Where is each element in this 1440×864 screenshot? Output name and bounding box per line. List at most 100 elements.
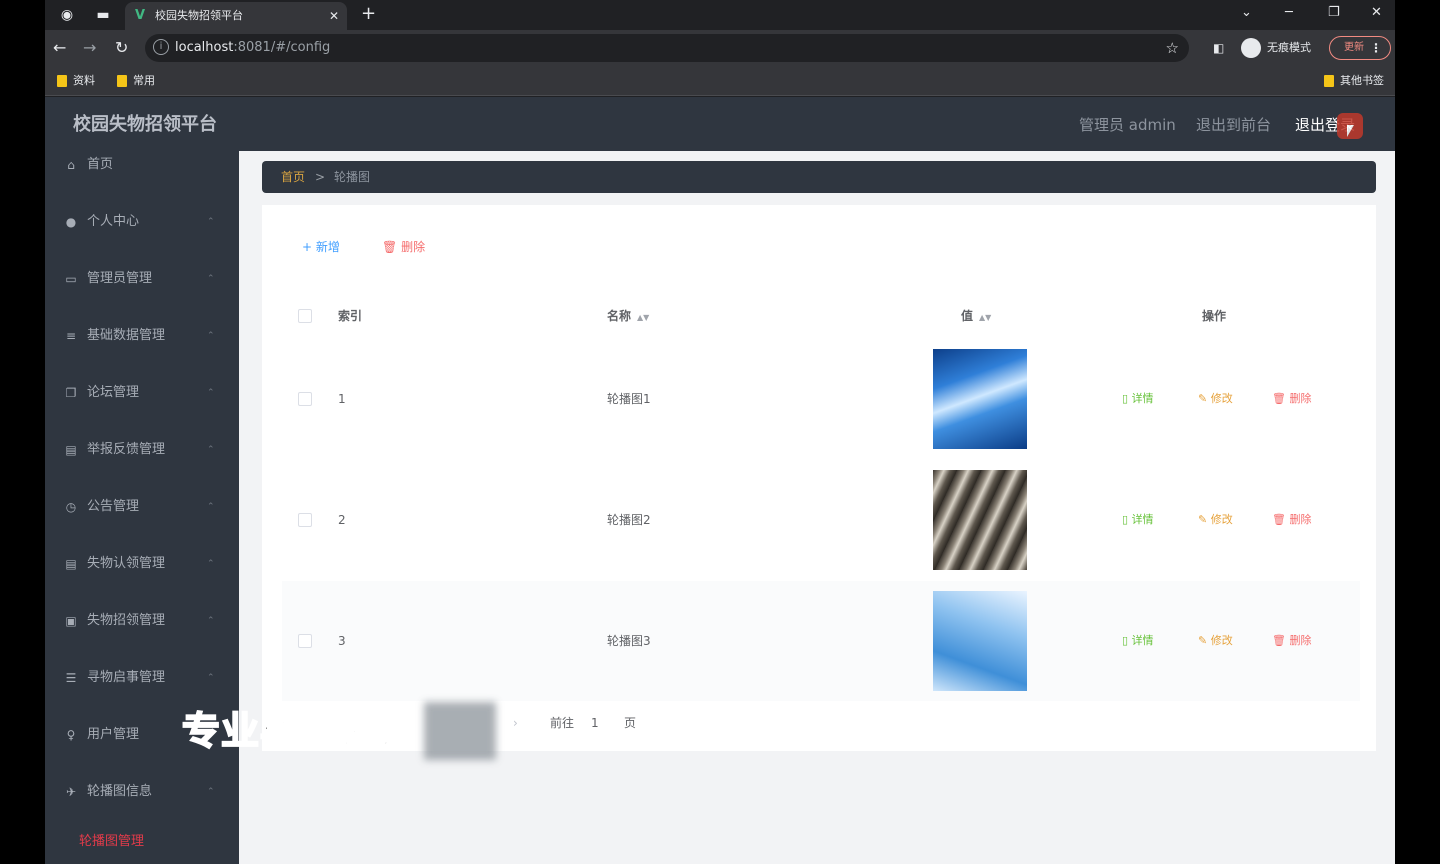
stack-icon: ≡: [65, 329, 77, 343]
select-all-checkbox[interactable]: [298, 309, 312, 323]
chevron-up-icon: ⌃: [207, 331, 215, 341]
sidebar-item-label: 个人中心: [87, 214, 140, 229]
reload-icon[interactable]: ↻: [115, 38, 128, 58]
add-button[interactable]: + 新增: [302, 239, 340, 255]
info-icon[interactable]: i: [153, 39, 169, 55]
send-icon: ✈: [65, 785, 77, 799]
forward-icon[interactable]: →: [83, 38, 96, 58]
window-icon[interactable]: ▬: [93, 5, 113, 25]
table-row: 2 轮播图2 ▯ 详情 ✎ 修改 🗑 删除: [282, 460, 1360, 580]
edit-label: 修改: [1210, 392, 1233, 405]
detail-button[interactable]: ▯ 详情: [1122, 512, 1154, 528]
row-name: 轮播图2: [607, 513, 651, 527]
bookmark-folder-1[interactable]: 常用: [117, 74, 155, 88]
close-icon[interactable]: ✕: [329, 7, 339, 25]
breadcrumb: 首页 > 轮播图: [262, 161, 1376, 193]
header-name[interactable]: 名称 ▲▼: [607, 308, 649, 326]
new-tab-icon[interactable]: +: [361, 3, 376, 25]
chevron-up-icon: ⌃: [207, 445, 215, 455]
sort-icon[interactable]: ▲▼: [979, 313, 991, 322]
remove-label: 删除: [1289, 634, 1312, 647]
detail-button[interactable]: ▯ 详情: [1122, 391, 1154, 407]
admin-label: 管理员 admin: [1079, 116, 1176, 134]
row-checkbox[interactable]: [298, 513, 312, 527]
detail-button[interactable]: ▯ 详情: [1122, 633, 1154, 649]
window-close-icon[interactable]: ✕: [1371, 3, 1382, 23]
minimize-icon[interactable]: ─: [1285, 3, 1293, 23]
back-icon[interactable]: ←: [53, 38, 66, 58]
row-name: 轮播图3: [607, 634, 651, 648]
sidebar-sub-item-active[interactable]: 轮播图管理: [79, 833, 144, 851]
breadcrumb-home[interactable]: 首页: [281, 169, 305, 185]
remove-label: 删除: [1289, 392, 1312, 405]
row-image: [933, 349, 1027, 449]
browser-tab[interactable]: V 校园失物招领平台 ✕: [125, 2, 347, 30]
update-button[interactable]: 更新 ⋮: [1329, 36, 1391, 60]
bookmark-star-icon[interactable]: ☆: [1166, 38, 1179, 58]
browser-toolbar: ← → ↻ i localhost:8081/#/config ☆ ◧ 无痕模式…: [45, 30, 1395, 66]
doc-icon: ▤: [65, 557, 77, 571]
table-panel: + 新增 🗑 删除 索引 名称 ▲▼ 值 ▲▼ 操作 1 轮播图1 ▯ 详情 ✎ 修改 🗑 …: [262, 205, 1376, 751]
sidebar-item[interactable]: ● 个人中心 ⌃: [45, 208, 239, 265]
sidebar-item-label: 论坛管理: [87, 385, 140, 400]
url-host: localhost: [175, 40, 234, 55]
globe-icon[interactable]: ◉: [57, 5, 77, 25]
doc-icon: ▤: [65, 443, 77, 457]
remove-button[interactable]: 🗑 删除: [1272, 391, 1311, 407]
back-to-front-link[interactable]: 退出到前台: [1196, 115, 1271, 135]
pager-page-input[interactable]: 1: [591, 715, 599, 731]
sidepanel-icon[interactable]: ◧: [1213, 36, 1224, 60]
table-row: 3 轮播图3 ▯ 详情 ✎ 修改 🗑 删除: [282, 581, 1360, 701]
sidebar-item[interactable]: ◷ 公告管理 ⌃: [45, 493, 239, 550]
chevron-down-icon[interactable]: ⌄: [1241, 3, 1252, 23]
next-page-icon[interactable]: ›: [513, 715, 518, 731]
row-checkbox[interactable]: [298, 392, 312, 406]
header-value[interactable]: 值 ▲▼: [961, 308, 991, 326]
sidebar-item[interactable]: ❐ 论坛管理 ⌃: [45, 379, 239, 436]
row-checkbox[interactable]: [298, 634, 312, 648]
list-icon: ☰: [65, 671, 77, 685]
menu-dots-icon: ⋮: [1370, 41, 1382, 55]
other-bookmarks[interactable]: 其他书签: [1324, 74, 1384, 88]
edit-label: 修改: [1210, 634, 1233, 647]
remove-button[interactable]: 🗑 删除: [1272, 633, 1311, 649]
sidebar-item[interactable]: ▣ 失物招领管理 ⌃: [45, 607, 239, 664]
screen: ◉ ▬ V 校园失物招领平台 ✕ + ⌄ ─ ❐ ✕ ← → ↻ i local…: [0, 0, 1440, 864]
doc-icon: ▯: [1122, 392, 1132, 405]
bookmark-folder-0[interactable]: 资料: [57, 74, 95, 88]
delete-button[interactable]: 🗑 删除: [382, 239, 425, 255]
edit-button[interactable]: ✎ 修改: [1198, 391, 1233, 407]
row-name: 轮播图1: [607, 392, 651, 406]
row-image: [933, 591, 1027, 691]
sidebar-item[interactable]: ▭ 管理员管理 ⌃: [45, 265, 239, 322]
chevron-up-icon: ⌃: [207, 502, 215, 512]
sidebar-item[interactable]: ▤ 举报反馈管理 ⌃: [45, 436, 239, 493]
sort-icon[interactable]: ▲▼: [637, 313, 649, 322]
sidebar-item[interactable]: ≡ 基础数据管理 ⌃: [45, 322, 239, 379]
edit-button[interactable]: ✎ 修改: [1198, 633, 1233, 649]
incognito-icon[interactable]: [1241, 38, 1261, 58]
sidebar-item-label: 用户管理: [87, 727, 140, 742]
sidebar-item-label: 公告管理: [87, 499, 140, 514]
breadcrumb-separator: >: [315, 170, 326, 184]
trash-icon: 🗑: [1272, 513, 1290, 526]
sidebar-item-label: 轮播图信息: [87, 784, 153, 799]
restore-icon[interactable]: ❐: [1328, 3, 1340, 23]
clock-icon: ◷: [65, 500, 77, 514]
sidebar-item[interactable]: ✈ 轮播图信息 ⌃: [45, 778, 239, 835]
sidebar-item-label: 首页: [87, 157, 114, 172]
chevron-up-icon: ⌃: [207, 559, 215, 569]
sidebar-item[interactable]: ⌂ 首页: [45, 151, 239, 208]
address-bar[interactable]: i localhost:8081/#/config ☆: [145, 34, 1189, 62]
row-index: 3: [338, 634, 346, 648]
edit-button[interactable]: ✎ 修改: [1198, 512, 1233, 528]
remove-button[interactable]: 🗑 删除: [1272, 512, 1311, 528]
mic-icon: ♀: [66, 728, 76, 742]
user-icon: ●: [65, 215, 77, 229]
row-index: 1: [338, 392, 346, 406]
row-index: 2: [338, 513, 346, 527]
sidebar-item[interactable]: ▤ 失物认领管理 ⌃: [45, 550, 239, 607]
sidebar-item-label: 失物招领管理: [87, 613, 166, 628]
edit-icon: ✎: [1198, 634, 1211, 647]
pager-unit-label: 页: [624, 716, 637, 730]
